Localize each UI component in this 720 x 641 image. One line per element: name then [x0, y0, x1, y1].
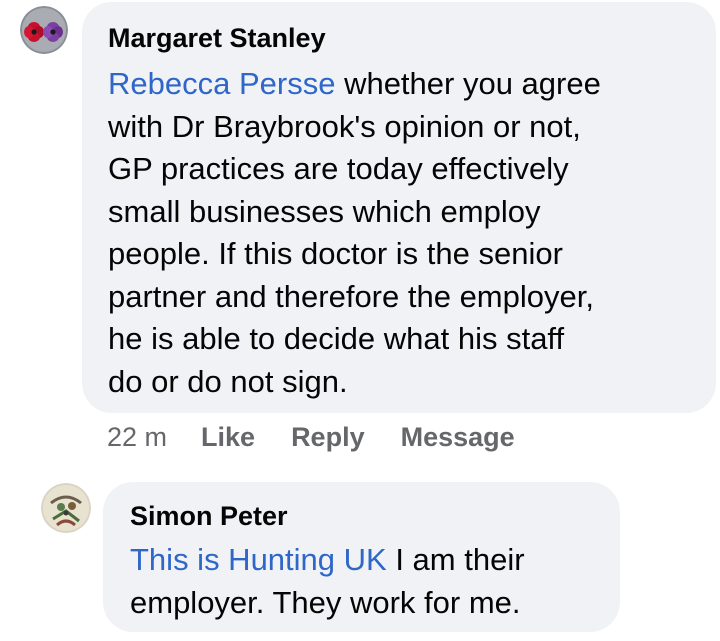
comment-actions: 22 m Like Reply Message: [107, 422, 515, 453]
like-button[interactable]: Like: [201, 422, 255, 453]
comment-bubble[interactable]: Margaret Stanley Rebecca Persse whether …: [82, 2, 716, 413]
comment-text-line: employer. They work for me.: [130, 584, 521, 620]
avatar[interactable]: [41, 483, 91, 533]
comment-text-line: he is able to decide what his staff: [108, 321, 565, 356]
comment-text-line: whether you agree: [335, 66, 601, 101]
comment-text: Rebecca Persse whether you agree with Dr…: [108, 63, 690, 403]
poppy-avatar-icon: [20, 6, 68, 54]
timestamp: 22 m: [107, 422, 168, 452]
comment-author[interactable]: Simon Peter: [130, 500, 594, 532]
comment-text-line: do or do not sign.: [108, 363, 348, 399]
comment-text: This is Hunting UK I am their employer. …: [130, 539, 594, 624]
comment-text-line: with Dr Braybrook's opinion or not,: [108, 108, 581, 144]
comment-margaret-stanley: Margaret Stanley Rebecca Persse whether …: [0, 0, 720, 470]
mention-link[interactable]: Rebecca Persse: [108, 66, 335, 101]
comment-text-line: I am their: [386, 542, 525, 577]
comment-text-line: people. If this doctor is the senior: [108, 236, 563, 271]
comment-text-line: small businesses which employ: [108, 193, 541, 229]
illustration-avatar-icon: [41, 483, 91, 533]
comment-author[interactable]: Margaret Stanley: [108, 22, 690, 54]
reply-button[interactable]: Reply: [291, 422, 365, 453]
comment-text-line: partner and therefore the employer,: [108, 278, 594, 314]
avatar[interactable]: [20, 6, 68, 54]
comment-text-line: GP practices are today effectively: [108, 151, 569, 186]
message-button[interactable]: Message: [401, 422, 515, 453]
mention-link[interactable]: This is Hunting UK: [130, 542, 387, 577]
comment-simon-peter: Simon Peter This is Hunting UK I am thei…: [0, 470, 720, 641]
comment-bubble[interactable]: Simon Peter This is Hunting UK I am thei…: [103, 482, 620, 632]
